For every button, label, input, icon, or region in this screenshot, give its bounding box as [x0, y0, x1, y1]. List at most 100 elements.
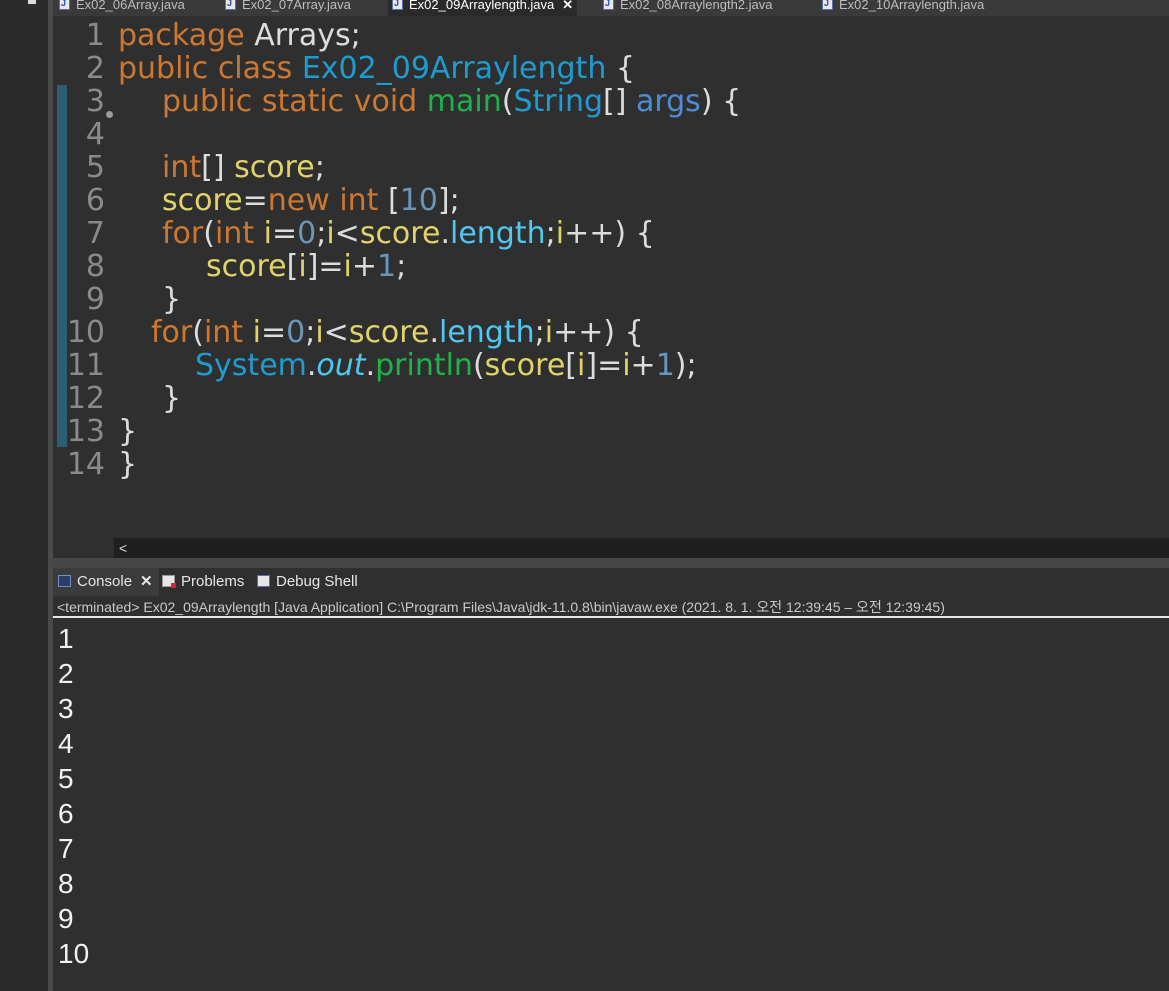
editor-tab-bar: Ex02_06Array.java Ex02_07Array.java Ex02… — [53, 0, 1169, 16]
variable-i: i — [298, 249, 307, 284]
debug-shell-icon — [257, 575, 270, 587]
brace: } — [162, 381, 182, 416]
scroll-left-icon[interactable]: < — [119, 538, 127, 558]
java-file-icon — [59, 0, 70, 13]
variable-score: score — [484, 348, 566, 383]
number-literal: 0 — [286, 315, 306, 350]
output-line: 9 — [58, 903, 74, 934]
console-status-line: <terminated> Ex02_09Arraylength [Java Ap… — [53, 596, 1169, 618]
line-number: 2 — [85, 51, 105, 86]
tab-label: Problems — [181, 573, 245, 590]
class-name: Ex02_09Arraylength — [301, 51, 607, 86]
variable-i: i — [343, 249, 352, 284]
operator: = — [260, 315, 287, 350]
variable-i: i — [555, 216, 565, 251]
tab-ex02-09-arraylength[interactable]: Ex02_09Arraylength.java ✕ — [388, 0, 578, 16]
tab-ex02-08-arraylength2[interactable]: Ex02_08Arraylength2.java — [599, 0, 773, 16]
keyword-new: new — [267, 183, 330, 218]
line-number: 8 — [85, 249, 105, 284]
keyword-public: public — [162, 84, 253, 119]
code-line-9: } — [162, 283, 181, 316]
tab-label: Debug Shell — [276, 573, 358, 590]
close-icon[interactable]: ✕ — [140, 573, 153, 590]
field-length: length — [438, 315, 535, 350]
dot: . — [429, 315, 439, 350]
tab-ex02-10-arraylength[interactable]: Ex02_10Arraylength.java — [818, 0, 984, 16]
tab-ex02-07-array[interactable]: Ex02_07Array.java — [221, 0, 351, 16]
horizontal-scrollbar[interactable]: < — [53, 538, 1169, 558]
code-line-8: score[i]=i+1; — [206, 250, 406, 283]
dot: . — [365, 348, 376, 383]
keyword-void: void — [353, 84, 418, 119]
line-number: 6 — [85, 183, 105, 218]
panel-splitter[interactable] — [53, 558, 1169, 568]
semicolon: ; — [396, 249, 407, 284]
output-line: 1 — [58, 623, 74, 654]
output-line: 6 — [58, 798, 74, 829]
variable-i: i — [326, 216, 335, 251]
code-editor[interactable]: 1 2 3 4 5 6 7 8 9 10 11 12 13 14 package… — [53, 16, 1169, 538]
package-name: Arrays; — [244, 18, 361, 53]
code-line-11: System.out.println(score[i]=i+1); — [195, 349, 697, 382]
line-number: 4 — [85, 117, 105, 152]
output-line: 7 — [58, 833, 74, 864]
keyword-int: int — [162, 150, 202, 185]
dot: . — [440, 216, 450, 251]
console-output[interactable]: 1 2 3 4 5 6 7 8 9 10 — [53, 620, 1169, 991]
brackets: [] — [603, 84, 636, 119]
code-text-area[interactable]: package Arrays; public class Ex02_09Arra… — [115, 16, 1169, 538]
keyword-package: package — [118, 18, 245, 53]
semicolon: ; — [534, 315, 545, 350]
line-number: 10 — [66, 315, 105, 350]
number-literal: 1 — [377, 249, 397, 284]
line-number: 13 — [66, 414, 105, 449]
semicolon: ; — [545, 216, 556, 251]
keyword-for: for — [162, 216, 204, 251]
variable-i: i — [315, 315, 324, 350]
class-system: System — [195, 348, 307, 383]
tab-label: Ex02_09Arraylength.java — [409, 0, 555, 12]
paren: ( — [192, 315, 204, 350]
problems-icon — [162, 575, 176, 588]
code-line-14: } — [118, 448, 137, 481]
tab-console[interactable]: Console ✕ — [53, 568, 159, 596]
view-tab-bar: Console ✕ Problems Debug Shell — [53, 568, 1169, 596]
paren: ( — [501, 84, 514, 119]
keyword-public: public — [118, 51, 209, 86]
close-icon[interactable]: ✕ — [562, 0, 573, 12]
tab-problems[interactable]: Problems — [157, 568, 244, 596]
bracket-operator: ]= — [585, 348, 623, 383]
output-line: 2 — [58, 658, 74, 689]
variable-score: score — [359, 216, 441, 251]
code-line-6: score=new int [10]; — [162, 184, 460, 217]
line-number: 1 — [85, 18, 105, 53]
brace: } — [118, 447, 138, 482]
tab-debug-shell[interactable]: Debug Shell — [252, 568, 358, 596]
bracket-operator: ]= — [306, 249, 344, 284]
paren-semicolon: ); — [674, 348, 697, 383]
line-number: 3 — [85, 84, 105, 119]
tab-label: Ex02_10Arraylength.java — [839, 0, 985, 12]
paren-brace: ) { — [700, 84, 742, 119]
line-number: 7 — [85, 216, 105, 251]
tab-ex02-06-array[interactable]: Ex02_06Array.java — [55, 0, 185, 16]
number-literal: 0 — [297, 216, 317, 251]
scrollbar-gutter — [53, 538, 114, 558]
field-length: length — [449, 216, 546, 251]
dot: . — [306, 348, 317, 383]
bracket: [ — [378, 183, 400, 218]
bracket-semicolon: ]; — [437, 183, 460, 218]
semicolon: ; — [314, 150, 325, 185]
tab-label: Ex02_06Array.java — [76, 0, 185, 12]
output-line: 4 — [58, 728, 74, 759]
param-args: args — [635, 84, 701, 119]
line-number-ruler: 1 2 3 4 5 6 7 8 9 10 11 12 13 14 — [53, 16, 114, 538]
keyword-class: class — [217, 51, 293, 86]
method-name: main — [426, 84, 502, 119]
keyword-int: int — [203, 315, 244, 350]
variable-i: i — [252, 315, 261, 350]
fold-toggle-icon[interactable] — [106, 111, 113, 118]
